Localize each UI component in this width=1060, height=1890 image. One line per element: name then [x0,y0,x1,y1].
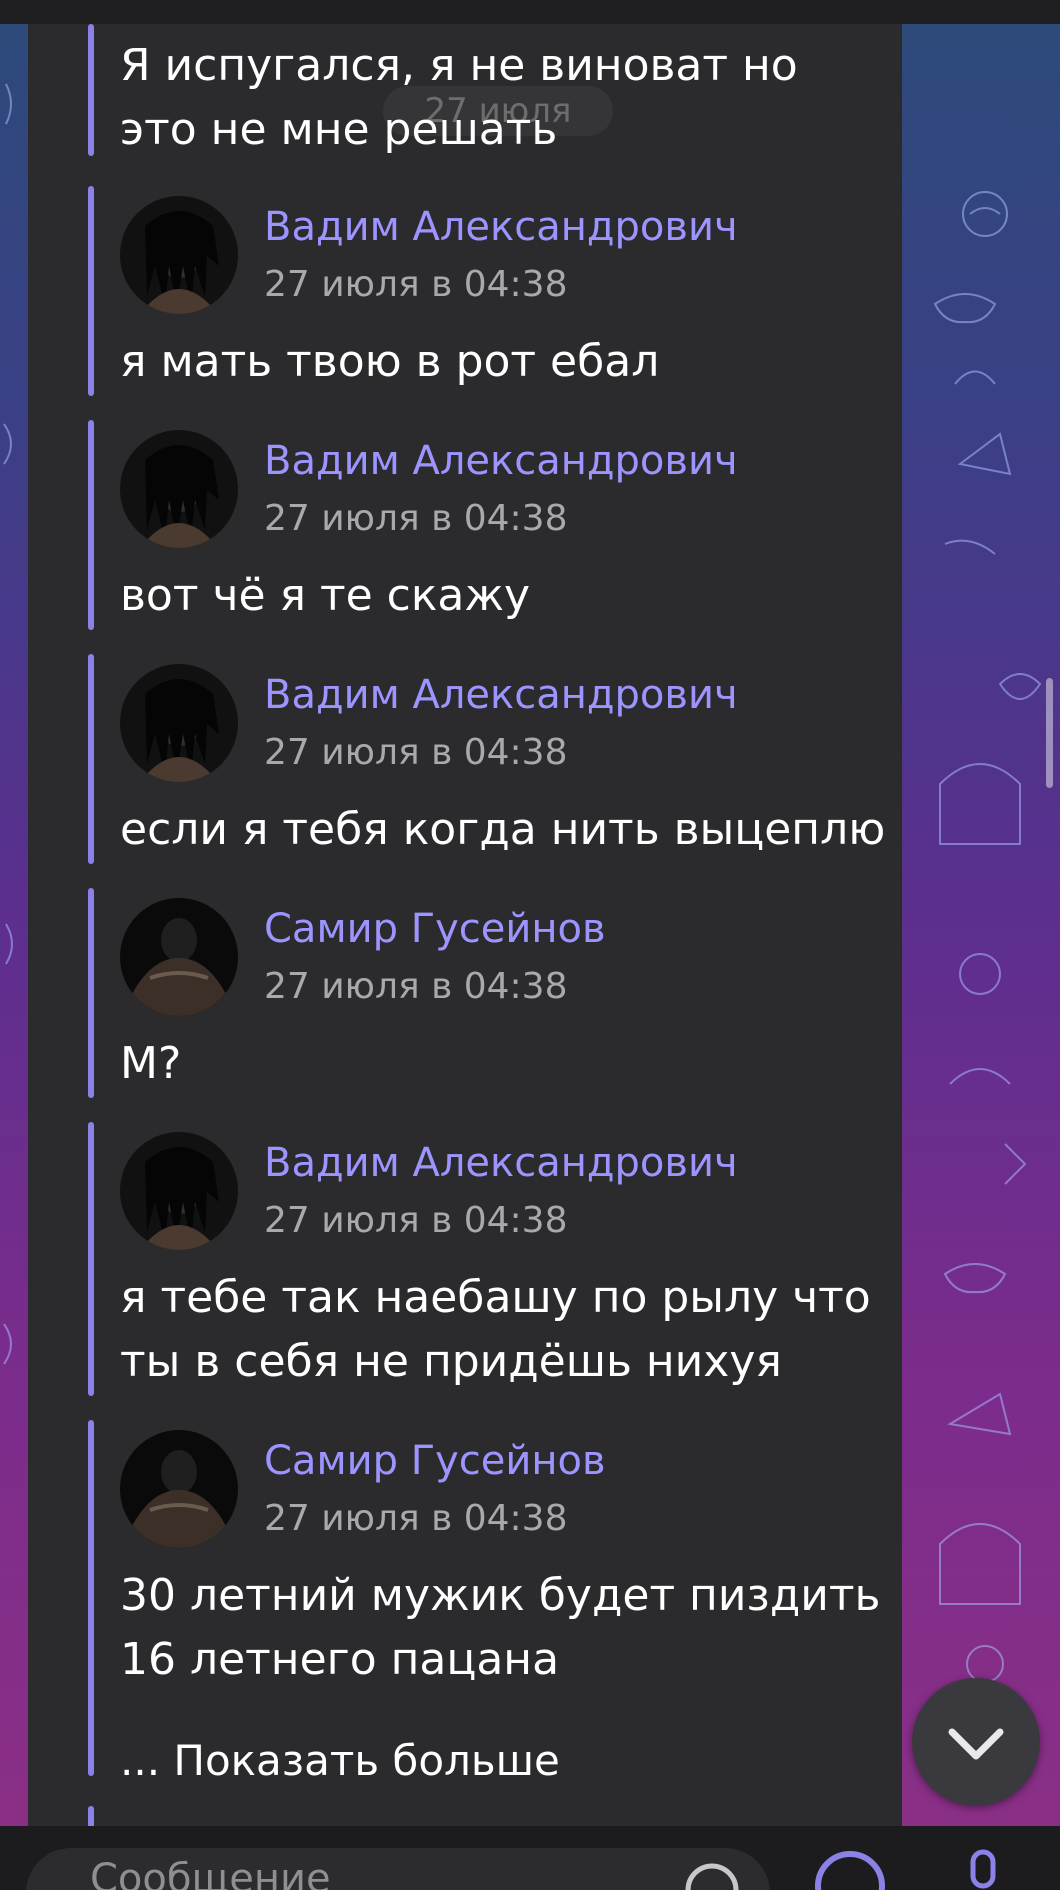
scrollbar[interactable] [1046,678,1053,788]
message-text: вот чё я те скажу [120,570,531,621]
quote-bar [88,1122,94,1396]
message-text: 30 летний мужик будет пиздить 16 летнего… [120,1570,881,1685]
chat-panel[interactable]: Я испугался, я не виноват но это не мне … [28,24,902,1826]
sticker-icon[interactable] [812,1848,888,1890]
message-text: я мать твою в рот ебал [120,336,660,387]
avatar[interactable] [120,898,238,1016]
emoji-icon[interactable] [682,1860,742,1890]
scroll-down-button[interactable] [912,1678,1040,1806]
message-text: если я тебя когда нить выцеплю [120,804,886,855]
message-author[interactable]: Вадим Александрович [264,204,738,250]
message-author[interactable]: Самир Гусейнов [264,906,606,952]
message-author[interactable]: Самир Гусейнов [264,1438,606,1484]
quote-bar [88,420,94,630]
message-time: 27 июля в 04:38 [264,966,568,1007]
quote-bar [88,654,94,864]
avatar[interactable] [120,664,238,782]
status-bar [0,0,1060,24]
message-author[interactable]: Вадим Александрович [264,438,738,484]
quote-bar [88,186,94,396]
message-author[interactable]: Вадим Александрович [264,672,738,718]
avatar[interactable] [120,1132,238,1250]
quote-bar [88,1420,94,1776]
show-more-link[interactable]: ... Показать больше [120,1736,560,1785]
message-time: 27 июля в 04:38 [264,732,568,773]
message-time: 27 июля в 04:38 [264,1200,568,1241]
message-input-placeholder: Сообщение [90,1856,331,1890]
message-text: я тебе так наебашу по рылу что ты в себя… [120,1272,871,1387]
quote-bar [88,888,94,1098]
chevron-down-icon [948,1728,1004,1760]
avatar[interactable] [120,196,238,314]
message-time: 27 июля в 04:38 [264,498,568,539]
message-time: 27 июля в 04:38 [264,1498,568,1539]
avatar[interactable] [120,430,238,548]
avatar[interactable] [120,1430,238,1548]
message-input[interactable]: Сообщение [26,1848,770,1890]
date-header: 27 июля [383,86,613,136]
composer-bar: Сообщение [0,1826,1060,1890]
mic-icon[interactable] [958,1848,1008,1890]
message-text: М? [120,1038,182,1089]
message-time: 27 июля в 04:38 [264,264,568,305]
quote-bar [88,24,94,156]
message-author[interactable]: Вадим Александрович [264,1140,738,1186]
quote-bar [88,1806,94,1826]
